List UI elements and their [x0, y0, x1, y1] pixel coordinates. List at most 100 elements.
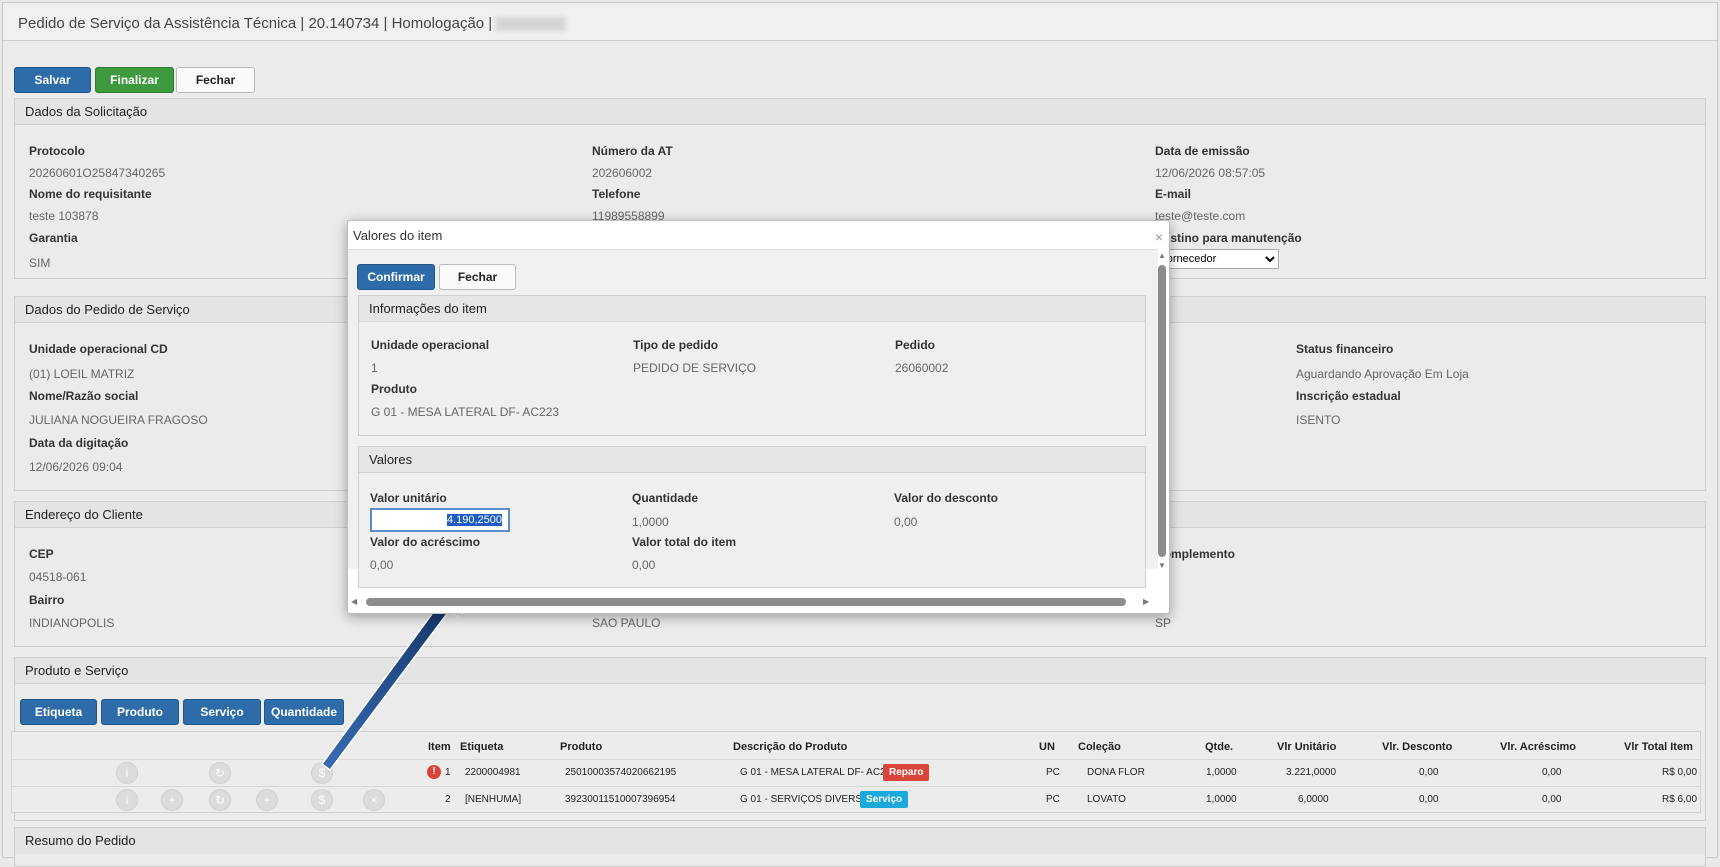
bairro-value: INDIANOPOLIS	[29, 616, 115, 630]
reparo-badge: Reparo	[883, 764, 930, 781]
col-colecao: Coleção	[1078, 741, 1121, 753]
vertical-scroll-thumb[interactable]	[1158, 265, 1166, 557]
quantidade-value: 1,0000	[632, 515, 669, 529]
info-icon[interactable]: i	[116, 762, 138, 784]
servico-badge: Serviço	[860, 791, 909, 808]
tipo-pedido-value: PEDIDO DE SERVIÇO	[633, 361, 757, 375]
scroll-down-icon[interactable]: ▼	[1158, 561, 1166, 570]
telefone-label: Telefone	[592, 187, 641, 201]
valor-acrescimo-label: Valor do acréscimo	[370, 535, 481, 549]
garantia-label: Garantia	[29, 231, 78, 245]
data-emissao-label: Data de emissão	[1155, 144, 1250, 158]
refresh-icon[interactable]: ↻	[209, 762, 231, 784]
confirm-button[interactable]: Confirmar	[357, 264, 435, 290]
scroll-right-icon[interactable]: ▶	[1143, 597, 1149, 606]
row-un: PC	[1046, 794, 1060, 805]
row-produto: 25010003574020662195	[565, 767, 677, 778]
info-icon[interactable]: i	[116, 789, 138, 811]
col-produto: Produto	[560, 741, 603, 753]
data-emissao-value: 12/06/2026 08:57:05	[1155, 166, 1266, 180]
destino-select[interactable]: Fornecedor	[1155, 249, 1279, 269]
valores-item-dialog: Valores do item × Confirmar Fechar Infor…	[347, 220, 1170, 614]
unidade-operacional-value: 1	[371, 361, 378, 375]
valor-unitario-input[interactable]: 4.190,2500	[370, 508, 510, 532]
row-descricao: G 01 - SERVIÇOS DIVERSOS	[740, 794, 877, 805]
inscricao-estadual-value: ISENTO	[1296, 413, 1341, 427]
protocolo-value: 20260601O25847340265	[29, 166, 166, 180]
produto-value: G 01 - MESA LATERAL DF- AC223	[371, 405, 560, 419]
col-vlr-unitario: Vlr Unitário	[1277, 741, 1337, 753]
col-qtde: Qtde.	[1205, 741, 1234, 753]
dollar-icon[interactable]: $	[311, 789, 333, 811]
servico-button[interactable]: Serviço	[183, 699, 261, 725]
col-un: UN	[1039, 741, 1055, 753]
finish-button[interactable]: Finalizar	[95, 67, 174, 93]
valores-title: Valores	[359, 447, 1145, 473]
produtos-panel-title: Produto e Serviço	[15, 658, 1705, 684]
add-user-icon[interactable]: +	[161, 789, 183, 811]
scroll-left-icon[interactable]: ◀	[351, 597, 357, 606]
tipo-pedido-label: Tipo de pedido	[633, 338, 719, 352]
quantidade-button[interactable]: Quantidade	[264, 699, 344, 725]
table-row[interactable]: i + ↻ + $ × 2 [NENHUMA] 3923001151000739…	[12, 786, 1700, 812]
dialog-title: Valores do item	[353, 228, 443, 243]
col-item: Item	[428, 741, 451, 753]
col-vlr-total: Vlr Total Item	[1624, 741, 1693, 753]
produto-button[interactable]: Produto	[101, 699, 179, 725]
item-info-title: Informações do item	[359, 296, 1145, 322]
scroll-up-icon[interactable]: ▲	[1158, 251, 1166, 260]
close-button[interactable]: Fechar	[176, 67, 255, 93]
row-vlr-total: R$ 6,00	[1662, 794, 1698, 805]
redacted-field	[496, 17, 567, 32]
razao-social-label: Nome/Razão social	[29, 389, 139, 403]
col-vlr-desconto: Vlr. Desconto	[1382, 741, 1453, 753]
data-digitacao-label: Data da digitação	[29, 436, 129, 450]
plus-icon[interactable]: +	[256, 789, 278, 811]
pedido-value: 26060002	[895, 361, 949, 375]
row-item: 1	[445, 767, 451, 778]
row-vlr-acrescimo: 0,00	[1542, 767, 1562, 778]
unidade-cd-value: (01) LOEIL MATRIZ	[29, 367, 135, 381]
etiqueta-button[interactable]: Etiqueta	[20, 699, 97, 725]
numero-at-value: 202606002	[592, 166, 653, 180]
table-row[interactable]: i ↻ $ ! 1 2200004981 2501000357402066219…	[12, 759, 1700, 785]
refresh-icon[interactable]: ↻	[209, 789, 231, 811]
uf-value: SP	[1155, 616, 1172, 630]
dollar-icon[interactable]: $	[311, 762, 333, 784]
unidade-cd-label: Unidade operacional CD	[29, 342, 168, 356]
email-label: E-mail	[1155, 187, 1192, 201]
row-vlr-desconto: 0,00	[1419, 767, 1439, 778]
row-vlr-acrescimo: 0,00	[1542, 794, 1562, 805]
row-etiqueta: [NENHUMA]	[465, 794, 522, 805]
dialog-close-icon[interactable]: ×	[1155, 229, 1163, 245]
dialog-horizontal-scrollbar[interactable]: ◀ ▶	[351, 595, 1159, 609]
page-title: Pedido de Serviço da Assistência Técnica…	[18, 15, 567, 32]
pedido-label: Pedido	[895, 338, 936, 352]
data-digitacao-value: 12/06/2026 09:04	[29, 460, 123, 474]
dialog-close-button[interactable]: Fechar	[439, 264, 516, 290]
row-vlr-total: R$ 0,00	[1662, 767, 1698, 778]
valor-unitario-selected-text: 4.190,2500	[446, 514, 502, 526]
protocolo-label: Protocolo	[29, 144, 85, 158]
close-icon[interactable]: ×	[363, 789, 385, 811]
valor-desconto-value: 0,00	[894, 515, 918, 529]
save-button[interactable]: Salvar	[14, 67, 91, 93]
col-vlr-acrescimo: Vlr. Acréscimo	[1500, 741, 1577, 753]
row-qtde: 1,0000	[1206, 767, 1237, 778]
resumo-panel: Resumo do Pedido	[14, 827, 1706, 867]
cep-label: CEP	[29, 547, 54, 561]
solicitacao-panel-title: Dados da Solicitação	[15, 99, 1705, 125]
col-descricao: Descrição do Produto	[733, 741, 848, 753]
row-qtde: 1,0000	[1206, 794, 1237, 805]
row-etiqueta: 2200004981	[465, 767, 521, 778]
items-table: Item Etiqueta Produto Descrição do Produ…	[11, 731, 1701, 813]
dialog-vertical-scrollbar[interactable]: ▲ ▼	[1157, 251, 1167, 581]
nome-requisitante-value: teste 103878	[29, 209, 99, 223]
horizontal-scroll-thumb[interactable]	[366, 598, 1126, 606]
nome-requisitante-label: Nome do requisitante	[29, 187, 152, 201]
row-un: PC	[1046, 767, 1060, 778]
row-descricao: G 01 - MESA LATERAL DF- AC223	[740, 767, 897, 778]
title-bar: Pedido de Serviço da Assistência Técnica…	[3, 3, 1717, 41]
status-financeiro-value: Aguardando Aprovação Em Loja	[1296, 367, 1469, 381]
valor-unitario-label: Valor unitário	[370, 491, 447, 505]
